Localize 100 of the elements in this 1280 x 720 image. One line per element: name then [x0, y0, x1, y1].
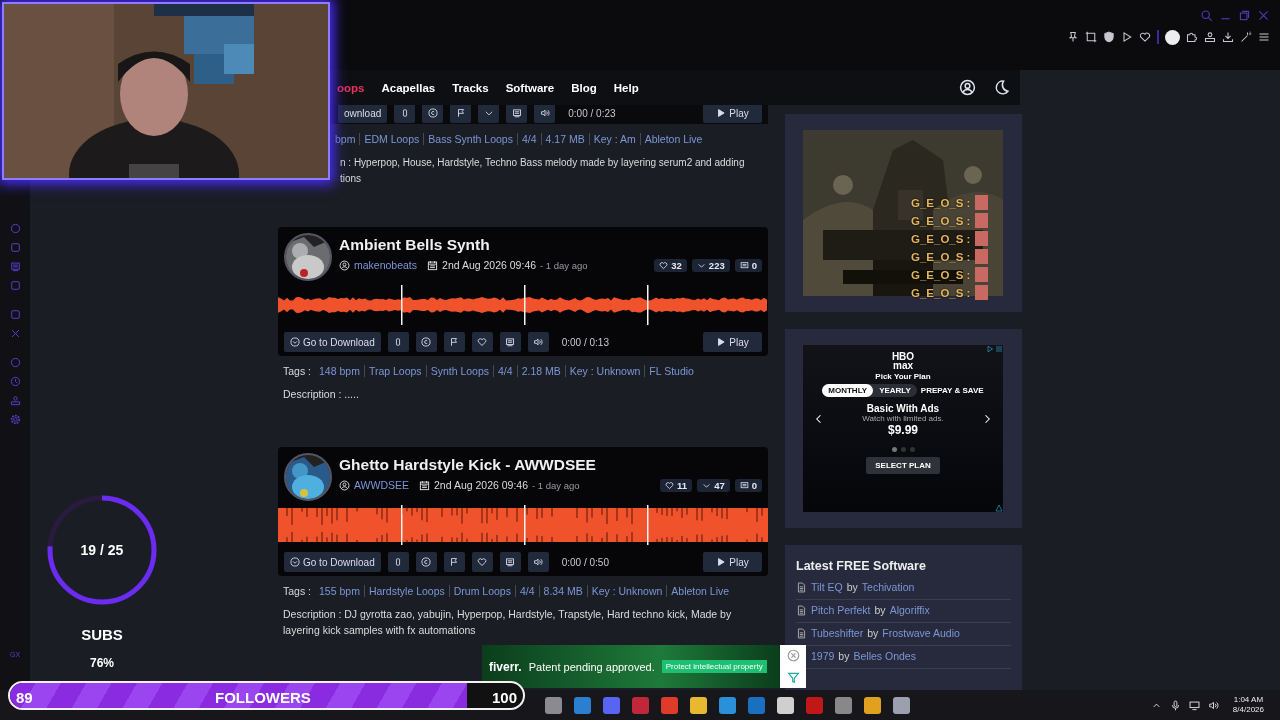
plan-toggle[interactable]: MONTHLY — [822, 384, 874, 397]
tag-link[interactable]: Trap Loops — [363, 365, 426, 377]
play-button[interactable]: Play — [703, 103, 762, 123]
pin-icon[interactable] — [1067, 31, 1079, 43]
help-icon[interactable] — [719, 696, 736, 714]
volume-button[interactable] — [527, 552, 549, 572]
play-icon[interactable] — [1121, 31, 1133, 43]
clock-icon[interactable] — [9, 376, 21, 387]
phone-button[interactable] — [394, 103, 416, 123]
tag-link[interactable]: 4/4 — [516, 133, 541, 145]
waveform[interactable] — [278, 285, 768, 325]
account-icon[interactable] — [959, 79, 976, 96]
phone-button[interactable] — [387, 332, 409, 352]
volume-icon[interactable] — [1207, 699, 1219, 711]
comments-button[interactable] — [499, 552, 521, 572]
wand-icon[interactable] — [1240, 31, 1252, 43]
report-button[interactable] — [450, 103, 472, 123]
funnel-icon[interactable] — [786, 670, 800, 684]
like-button[interactable] — [471, 552, 493, 572]
crop-icon[interactable] — [1085, 31, 1097, 43]
close-icon[interactable] — [786, 649, 800, 663]
developer-link[interactable]: Frostwave Audio — [882, 627, 960, 639]
chat-app-icon[interactable] — [603, 696, 620, 714]
comments-button[interactable] — [506, 103, 528, 123]
nav-link[interactable]: Help — [613, 81, 639, 94]
app-icon[interactable] — [777, 696, 794, 714]
tag-link[interactable]: Bass Synth Loops — [423, 133, 517, 145]
nav-link[interactable]: Software — [505, 81, 555, 94]
tag-link[interactable]: Synth Loops — [425, 365, 493, 377]
carousel-dot[interactable] — [900, 447, 906, 452]
tag-link[interactable]: Drum Loops — [448, 585, 515, 597]
tag-link[interactable]: 8.34 MB — [538, 585, 587, 597]
plan-option[interactable]: PREPAY & SAVE — [920, 386, 984, 395]
copyright-button[interactable] — [415, 332, 437, 352]
developer-link[interactable]: Belles Ondes — [853, 650, 916, 662]
select-plan-button[interactable]: SELECT PLAN — [866, 457, 940, 474]
tag-link[interactable]: Ableton Live — [639, 133, 707, 145]
carousel-dot[interactable] — [909, 447, 915, 452]
tag-link[interactable]: 155 bpm — [315, 585, 364, 597]
tag-link[interactable]: 4.17 MB — [540, 133, 589, 145]
tag-link[interactable]: 148 bpm — [315, 365, 364, 377]
nav-link[interactable]: Acapellas — [381, 81, 436, 94]
tag-link[interactable]: Hardstyle Loops — [363, 585, 449, 597]
developer-link[interactable]: Algoriffix — [889, 604, 930, 616]
heart-icon[interactable] — [1139, 31, 1151, 43]
tag-link[interactable]: Key : Am — [588, 133, 640, 145]
download-icon[interactable] — [1222, 31, 1234, 43]
mail-icon[interactable] — [748, 696, 765, 714]
report-button[interactable] — [443, 552, 465, 572]
nav-link[interactable]: Tracks — [452, 81, 489, 94]
app-icon[interactable] — [835, 696, 852, 714]
copyright-button[interactable] — [422, 103, 444, 123]
settings-icon[interactable] — [893, 696, 910, 714]
plan-toggle[interactable]: YEARLY — [873, 384, 917, 397]
ad-choices-icon[interactable] — [995, 504, 1003, 512]
plugin-link[interactable]: Tubeshifter — [811, 627, 864, 639]
tag-link[interactable]: FL Studio — [644, 365, 698, 377]
advertisement-banner[interactable]: fiverr. Patent pending approved. Protect intellectual property — [482, 645, 780, 688]
monitor-icon[interactable] — [1188, 699, 1200, 711]
play-button[interactable]: Play — [703, 332, 762, 352]
comments-button[interactable] — [499, 332, 521, 352]
tag-link[interactable]: 4/4 — [493, 365, 517, 377]
play-button[interactable]: Play — [703, 552, 762, 572]
folder-icon[interactable] — [690, 696, 707, 714]
plugin-link[interactable]: Pitch Perfekt — [811, 604, 871, 616]
tag-link[interactable]: Ableton Live — [666, 585, 734, 597]
author-link[interactable]: makenobeats — [354, 259, 418, 271]
plugin-link[interactable]: 1979 — [811, 650, 835, 662]
phone-button[interactable] — [387, 552, 409, 572]
app-icon[interactable] — [864, 696, 881, 714]
menu-icon[interactable] — [1258, 31, 1270, 43]
extensions-icon[interactable] — [1186, 31, 1198, 43]
profile-icon[interactable] — [1165, 29, 1180, 45]
download-button[interactable]: ownload — [338, 103, 388, 123]
nav-link[interactable]: oops — [337, 81, 365, 94]
report-button[interactable] — [443, 332, 465, 352]
tag-link[interactable]: EDM Loops — [359, 133, 424, 145]
tag-link[interactable]: 2.18 MB — [516, 365, 565, 377]
browser-icon[interactable] — [632, 696, 649, 714]
download-button[interactable]: Go to Download — [284, 332, 381, 352]
microphone-icon[interactable] — [1169, 699, 1181, 711]
tag-link[interactable]: Key : Unknown — [586, 585, 667, 597]
tag-link[interactable]: bpm — [331, 133, 360, 145]
carousel-dot[interactable] — [891, 447, 897, 452]
tag-link[interactable]: Key : Unknown — [564, 365, 645, 377]
volume-button[interactable] — [527, 332, 549, 352]
volume-button[interactable] — [534, 103, 556, 123]
developer-link[interactable]: Techivation — [861, 581, 915, 593]
moon-icon[interactable] — [993, 79, 1010, 96]
nav-link[interactable]: Blog — [571, 81, 597, 94]
app-icon[interactable] — [545, 696, 562, 714]
plugin-link[interactable]: Tilt EQ — [811, 581, 843, 593]
copyright-button[interactable] — [415, 552, 437, 572]
author-link[interactable]: AWWDSEE — [354, 479, 410, 491]
clock[interactable]: 1:04 AM 8/4/2026 — [1232, 695, 1264, 715]
cross-icon[interactable] — [9, 328, 21, 339]
like-button[interactable] — [471, 332, 493, 352]
shield-icon[interactable] — [1103, 31, 1115, 43]
account-icon[interactable] — [1204, 31, 1216, 43]
waveform[interactable] — [278, 505, 768, 545]
